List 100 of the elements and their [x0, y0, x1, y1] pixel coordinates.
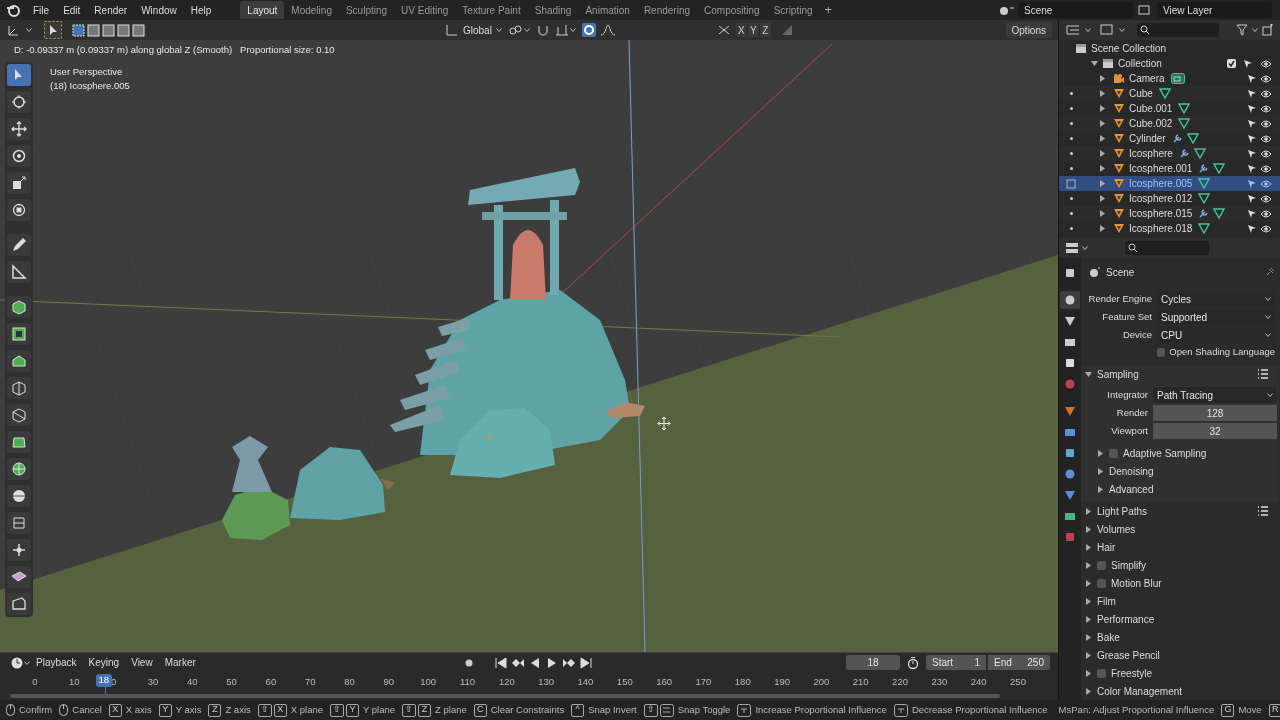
panel-header[interactable]: Film — [1081, 592, 1279, 610]
list-tree-icon[interactable] — [1065, 23, 1081, 37]
outliner-row[interactable]: Camera — [1059, 71, 1280, 86]
eye-icon[interactable] — [1260, 208, 1272, 219]
tool-button[interactable] — [7, 199, 31, 221]
menu-item[interactable]: Edit — [56, 2, 88, 18]
dropdown[interactable]: Path Tracing — [1153, 387, 1277, 403]
panel-header[interactable]: Color Management — [1081, 682, 1279, 700]
collection-label[interactable]: Collection — [1118, 56, 1162, 71]
link-icon[interactable] — [507, 23, 524, 37]
eye-icon[interactable] — [1260, 103, 1272, 114]
selection-mode-icon[interactable] — [117, 23, 130, 37]
menu-item[interactable]: Keying — [82, 655, 126, 670]
tool-button[interactable] — [7, 458, 31, 480]
eye-icon[interactable] — [1260, 193, 1272, 204]
eye-icon[interactable] — [1260, 163, 1272, 174]
selection-mode-icon[interactable] — [132, 23, 145, 37]
eye-icon[interactable] — [1260, 133, 1272, 144]
menu-item[interactable]: Playback — [30, 655, 83, 670]
checkbox[interactable] — [1097, 668, 1106, 678]
tool-button[interactable] — [7, 296, 31, 318]
tool-button[interactable] — [7, 485, 31, 507]
dropdown[interactable]: Cycles — [1157, 291, 1275, 307]
selection-mode-icon[interactable] — [72, 23, 85, 37]
workspace-tab[interactable]: Scripting — [766, 1, 820, 19]
number-field[interactable]: 128 — [1153, 405, 1277, 421]
tool-button[interactable] — [7, 377, 31, 399]
proportional-edit-icon[interactable] — [581, 23, 596, 37]
filter-icon[interactable] — [1236, 24, 1248, 36]
selection-mode-icon[interactable] — [102, 23, 115, 37]
checkbox[interactable] — [1097, 560, 1106, 570]
menu-item[interactable]: Window — [134, 2, 184, 18]
panel-header[interactable]: Advanced — [1081, 480, 1279, 498]
jump-start-icon[interactable] — [493, 655, 508, 670]
outliner-row[interactable]: Icosphere.012 — [1059, 191, 1280, 206]
tool-button[interactable] — [7, 323, 31, 345]
panel-header[interactable]: Freestyle — [1081, 664, 1279, 682]
panel-header[interactable]: Adaptive Sampling — [1081, 444, 1279, 462]
axis-toggle[interactable]: X — [735, 23, 748, 37]
workspace-tab[interactable]: Rendering — [636, 1, 698, 19]
view-layer-selector[interactable]: View Layer — [1157, 2, 1272, 18]
axes-icon[interactable] — [445, 23, 459, 37]
eye-icon[interactable] — [1260, 58, 1272, 69]
panel-header[interactable]: Bake — [1081, 628, 1279, 646]
snap-icon[interactable] — [553, 23, 570, 37]
outliner-row[interactable]: Icosphere.005 — [1059, 176, 1280, 191]
eye-icon[interactable] — [1260, 223, 1272, 234]
panel-header[interactable]: Denoising — [1081, 462, 1279, 480]
magnet-icon[interactable] — [535, 23, 550, 37]
panel-header[interactable]: Hair — [1081, 538, 1279, 556]
pointer-icon[interactable] — [1247, 88, 1257, 99]
panel-header[interactable]: Grease Pencil — [1081, 646, 1279, 664]
panel-header[interactable]: Volumes — [1081, 520, 1279, 538]
tool-button[interactable] — [7, 234, 31, 256]
panel-header[interactable]: Sampling — [1081, 365, 1279, 383]
scene-selector[interactable]: Scene — [1018, 2, 1133, 18]
pointer-icon[interactable] — [1247, 163, 1257, 174]
search-field[interactable] — [1125, 241, 1209, 255]
image-stack-icon[interactable] — [1099, 23, 1115, 37]
outliner-row[interactable]: Cube.001 — [1059, 101, 1280, 116]
tool-button[interactable] — [7, 404, 31, 426]
workspace-tab[interactable]: Layout — [240, 1, 285, 19]
workspace-tab[interactable]: Sculpting — [338, 1, 395, 19]
workspace-tab[interactable]: UV Editing — [394, 1, 456, 19]
eye-icon[interactable] — [1260, 118, 1272, 129]
tool-button[interactable] — [7, 145, 31, 167]
pointer-icon[interactable] — [1247, 193, 1257, 204]
checkbox[interactable] — [1097, 578, 1106, 588]
tool-button[interactable] — [7, 566, 31, 588]
workspace-tab[interactable]: Modeling — [284, 1, 339, 19]
pointer-icon[interactable] — [1247, 103, 1257, 114]
dropdown[interactable]: CPU — [1157, 327, 1275, 343]
collection-checkbox[interactable] — [1227, 59, 1236, 68]
timeline-scrollbar[interactable] — [10, 694, 1000, 698]
workspace-tab[interactable]: Animation — [578, 1, 637, 19]
panel-header[interactable]: Simplify — [1081, 556, 1279, 574]
new-collection-icon[interactable] — [1262, 24, 1274, 36]
outliner-row[interactable]: Icosphere.018 — [1059, 221, 1280, 236]
menu-item[interactable]: View — [125, 655, 159, 670]
workspace-tab[interactable]: Texture Paint — [455, 1, 528, 19]
jump-end-icon[interactable] — [578, 655, 593, 670]
dropdown[interactable]: Supported — [1157, 309, 1275, 325]
eye-icon[interactable] — [1260, 148, 1272, 159]
tool-button[interactable] — [7, 512, 31, 534]
orientation-dropdown[interactable]: Global — [459, 22, 496, 38]
tool-button[interactable] — [7, 539, 31, 561]
menu-item[interactable]: Render — [87, 2, 135, 18]
editor-type-icon[interactable] — [1065, 242, 1079, 254]
pointer-icon[interactable] — [1247, 148, 1257, 159]
workspace-tab[interactable]: Compositing — [697, 1, 767, 19]
tool-button[interactable] — [7, 91, 31, 113]
falloff-curve-icon[interactable] — [599, 23, 616, 37]
panel-header[interactable]: Motion Blur — [1081, 574, 1279, 592]
pointer-icon[interactable] — [1247, 178, 1257, 189]
pin-icon[interactable] — [1265, 267, 1275, 277]
properties-tab[interactable] — [1060, 291, 1080, 309]
eye-icon[interactable] — [1260, 88, 1272, 99]
menu-item[interactable]: Marker — [158, 655, 202, 670]
panel-header[interactable]: Performance — [1081, 610, 1279, 628]
tool-button[interactable] — [7, 172, 31, 194]
